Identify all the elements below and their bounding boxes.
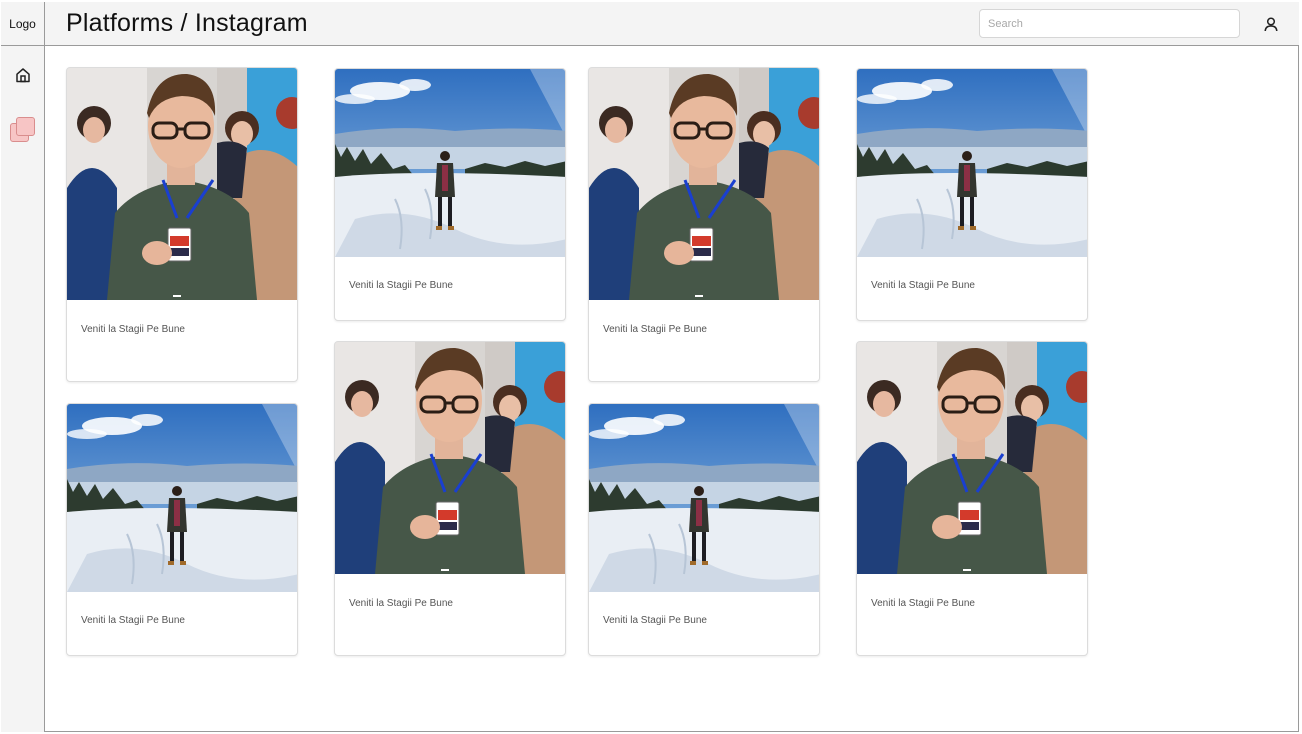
post-image xyxy=(857,342,1088,574)
post-caption: Veniti la Stagii Pe Bune xyxy=(349,598,453,609)
sidebar xyxy=(1,46,45,732)
post-card[interactable]: Veniti la Stagii Pe Bune xyxy=(856,68,1088,321)
post-caption: Veniti la Stagii Pe Bune xyxy=(81,324,185,335)
post-caption: Veniti la Stagii Pe Bune xyxy=(349,280,453,291)
logo[interactable]: Logo xyxy=(1,2,45,46)
post-image xyxy=(589,404,820,592)
post-image xyxy=(589,68,820,300)
user-icon xyxy=(1264,16,1278,31)
post-card[interactable]: Veniti la Stagii Pe Bune xyxy=(66,403,298,656)
post-card[interactable]: Veniti la Stagii Pe Bune xyxy=(856,341,1088,656)
search-input[interactable] xyxy=(979,9,1240,38)
home-icon xyxy=(16,68,30,83)
post-image xyxy=(335,342,566,574)
platforms-icon xyxy=(16,117,35,136)
post-caption: Veniti la Stagii Pe Bune xyxy=(81,615,185,626)
post-card[interactable]: Veniti la Stagii Pe Bune xyxy=(66,67,298,382)
post-caption: Veniti la Stagii Pe Bune xyxy=(603,324,707,335)
top-header: Platforms / Instagram xyxy=(45,2,1299,46)
post-card[interactable]: Veniti la Stagii Pe Bune xyxy=(588,67,820,382)
post-image xyxy=(67,68,298,300)
post-image xyxy=(67,404,298,592)
post-image xyxy=(857,69,1088,257)
post-caption: Veniti la Stagii Pe Bune xyxy=(871,280,975,291)
post-caption: Veniti la Stagii Pe Bune xyxy=(871,598,975,609)
post-card[interactable]: Veniti la Stagii Pe Bune xyxy=(588,403,820,656)
sidebar-item-platforms[interactable] xyxy=(9,116,37,144)
post-image xyxy=(335,69,566,257)
post-caption: Veniti la Stagii Pe Bune xyxy=(603,615,707,626)
sidebar-item-home[interactable] xyxy=(14,66,32,84)
page-title: Platforms / Instagram xyxy=(66,9,308,37)
post-card[interactable]: Veniti la Stagii Pe Bune xyxy=(334,68,566,321)
post-card[interactable]: Veniti la Stagii Pe Bune xyxy=(334,341,566,656)
user-profile-button[interactable] xyxy=(1262,15,1280,33)
